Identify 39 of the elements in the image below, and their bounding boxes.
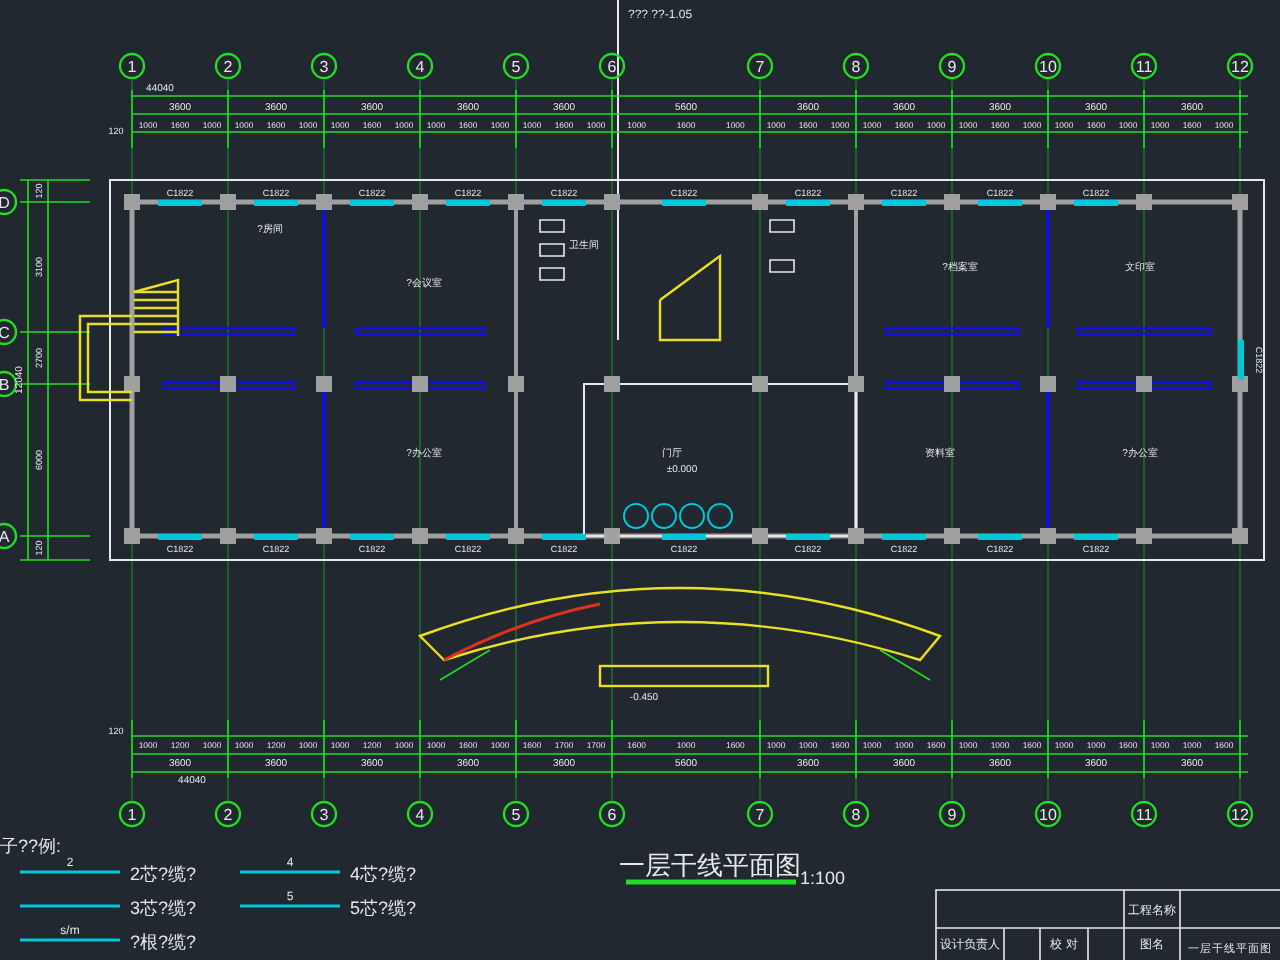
cable-line-sample xyxy=(240,904,340,908)
legend-text: 4芯?缆? xyxy=(350,864,417,884)
scale-text: 1:100 xyxy=(800,868,846,888)
axis-bubble: 7 xyxy=(746,800,774,828)
axis-bubble: 5 xyxy=(502,52,530,80)
axis-bubble: 9 xyxy=(938,52,966,80)
axis-bubble: 4 xyxy=(406,800,434,828)
legend-text: 2芯?缆? xyxy=(130,864,197,884)
cable-line-sample xyxy=(20,870,120,874)
legend-title: 子??例: xyxy=(0,836,62,856)
axis-bubble: 12 xyxy=(1226,800,1254,828)
axis-bubble: 4 xyxy=(406,52,434,80)
cable-line-sample xyxy=(20,904,120,908)
drawing-title: 一层干线平面图 xyxy=(619,850,801,880)
legend-text: ?根?缆? xyxy=(130,932,197,952)
axis-bubble: 2 xyxy=(214,800,242,828)
axis-bubble: 11 xyxy=(1130,52,1158,80)
axis-bubble: 6 xyxy=(598,800,626,828)
axis-bubble: 1 xyxy=(118,52,146,80)
axis-bubble: 10 xyxy=(1034,52,1062,80)
axis-bubble: 11 xyxy=(1130,800,1158,828)
cable-line-sample xyxy=(20,938,120,942)
legend-text: 3芯?缆? xyxy=(130,898,197,918)
axis-bubble: 6 xyxy=(598,52,626,80)
axis-bubble: 5 xyxy=(502,800,530,828)
axis-bubble: 8 xyxy=(842,52,870,80)
axis-bubble: 10 xyxy=(1034,800,1062,828)
axis-bubble: 12 xyxy=(1226,52,1254,80)
axis-bubble: 3 xyxy=(310,52,338,80)
cable-line-sample xyxy=(240,870,340,874)
axis-bubble: 2 xyxy=(214,52,242,80)
axis-bubble: 3 xyxy=(310,800,338,828)
axis-bubble: 8 xyxy=(842,800,870,828)
legend-text: 5芯?缆? xyxy=(350,898,417,918)
axis-bubble: 9 xyxy=(938,800,966,828)
axis-bubble: 1 xyxy=(118,800,146,828)
axis-bubble: B xyxy=(0,370,18,398)
axis-bubble: D xyxy=(0,188,18,216)
axis-bubble: 7 xyxy=(746,52,774,80)
